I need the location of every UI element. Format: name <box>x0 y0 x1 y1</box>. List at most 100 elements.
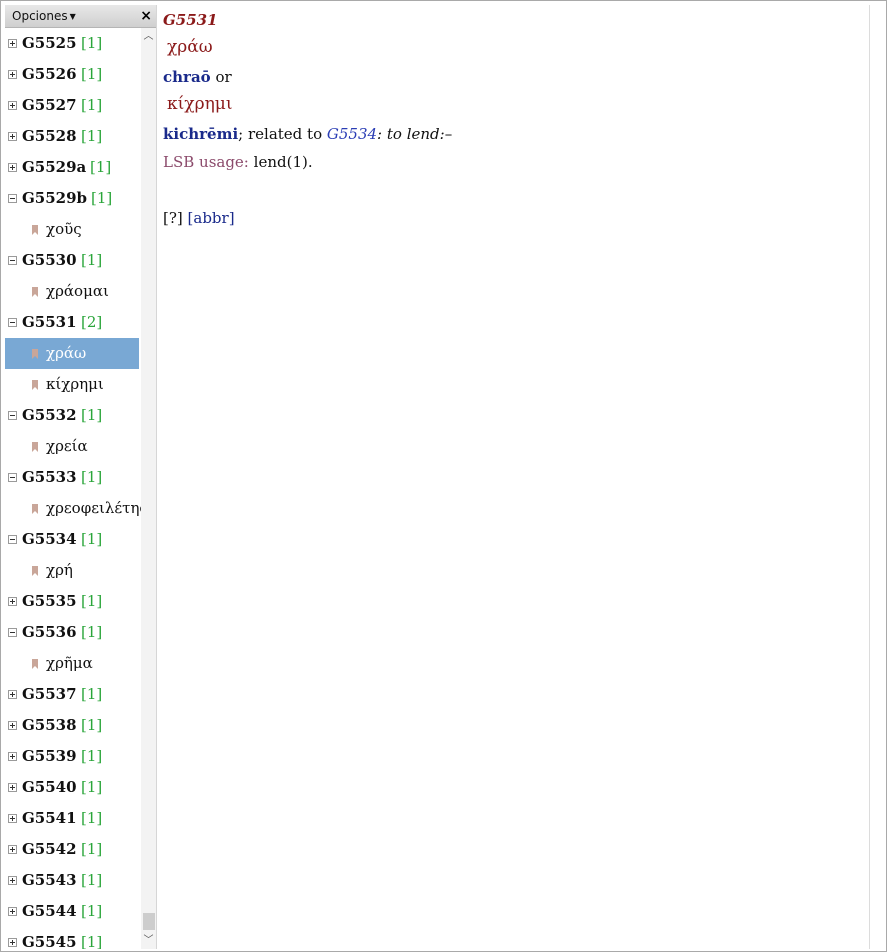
entry-panel: G5531 χράω chraō or κίχρημι kichrēmi; re… <box>157 5 869 949</box>
right-scroll-edge <box>869 5 870 949</box>
tree-leaf[interactable]: χοῦς <box>5 214 139 245</box>
tree-node-count: [2] <box>81 313 103 331</box>
tree-leaf[interactable]: κίχρημι <box>5 369 139 400</box>
tree-node-code: G5528 <box>22 127 77 145</box>
related-definition: : to lend: <box>377 125 445 143</box>
tree-node-code: G5541 <box>22 809 77 827</box>
expand-icon[interactable] <box>8 163 17 172</box>
bookmark-icon <box>32 566 38 576</box>
tree-node-code: G5536 <box>22 623 77 641</box>
tree-node[interactable]: G5528 [1] <box>5 121 139 152</box>
left-panel: Opciones ▼ × G5525 [1] G5526 [1] G5527 [1] G552… <box>5 5 157 949</box>
or-word: or <box>215 68 232 86</box>
related-ref-link[interactable]: G5534 <box>327 125 377 143</box>
tree-scrollbar[interactable]: ︿ ﹀ <box>141 28 156 949</box>
tree-node[interactable]: G5538 [1] <box>5 710 139 741</box>
tree-node-count: [1] <box>90 158 112 176</box>
expand-icon[interactable] <box>8 845 17 854</box>
translit-line-2: kichrēmi; related to G5534: to lend:– <box>163 125 452 143</box>
options-menu-button[interactable]: Opciones ▼ <box>9 8 79 24</box>
tree-node-count: [1] <box>81 65 103 83</box>
tree-node[interactable]: G5531 [2] <box>5 307 139 338</box>
tree-node[interactable]: G5541 [1] <box>5 803 139 834</box>
tree-node[interactable]: G5536 [1] <box>5 617 139 648</box>
tree-node[interactable]: G5534 [1] <box>5 524 139 555</box>
collapse-icon[interactable] <box>8 318 17 327</box>
tree-leaf[interactable]: χρεοφειλέτης <box>5 493 141 524</box>
collapse-icon[interactable] <box>8 411 17 420</box>
strongs-tree: G5525 [1] G5526 [1] G5527 [1] G5528 [1] G5529a [1… <box>5 28 141 949</box>
tree-node-code: G5545 <box>22 933 77 949</box>
collapse-icon[interactable] <box>8 535 17 544</box>
expand-icon[interactable] <box>8 39 17 48</box>
abbr-link[interactable]: [abbr] <box>188 209 235 227</box>
expand-icon[interactable] <box>8 876 17 885</box>
tree-node[interactable]: G5525 [1] <box>5 28 139 59</box>
collapse-icon[interactable] <box>8 628 17 637</box>
expand-icon[interactable] <box>8 938 17 947</box>
expand-icon[interactable] <box>8 721 17 730</box>
tree-node-code: G5530 <box>22 251 77 269</box>
expand-icon[interactable] <box>8 132 17 141</box>
bookmark-icon <box>32 504 38 514</box>
tree-node-code: G5537 <box>22 685 77 703</box>
expand-icon[interactable] <box>8 70 17 79</box>
expand-icon[interactable] <box>8 814 17 823</box>
expand-icon[interactable] <box>8 597 17 606</box>
tree-node[interactable]: G5527 [1] <box>5 90 139 121</box>
tree-node[interactable]: G5539 [1] <box>5 741 139 772</box>
app-window: Opciones ▼ × G5525 [1] G5526 [1] G5527 [1] G552… <box>0 0 887 952</box>
scroll-thumb[interactable] <box>143 913 155 930</box>
tree-node-code: G5526 <box>22 65 77 83</box>
tree-node[interactable]: G5526 [1] <box>5 59 139 90</box>
options-bar: Opciones ▼ × <box>5 5 156 28</box>
tree-node[interactable]: G5535 [1] <box>5 586 139 617</box>
translit-line-1: chraō or <box>163 68 232 86</box>
tree-node[interactable]: G5537 [1] <box>5 679 139 710</box>
bookmark-icon <box>32 659 38 669</box>
tree-leaf[interactable]: χρή <box>5 555 139 586</box>
collapse-icon[interactable] <box>8 473 17 482</box>
tree-node-count: [1] <box>81 685 103 703</box>
tree-node-count: [1] <box>81 902 103 920</box>
expand-icon[interactable] <box>8 690 17 699</box>
tree-node[interactable]: G5543 [1] <box>5 865 139 896</box>
entry-id-line: G5531 <box>163 11 218 29</box>
expand-icon[interactable] <box>8 783 17 792</box>
tree-node-code: G5533 <box>22 468 77 486</box>
tree-node-code: G5525 <box>22 34 77 52</box>
collapse-icon[interactable] <box>8 194 17 203</box>
tree-leaf-label: χοῦς <box>46 220 82 238</box>
tree-leaf-label: κίχρημι <box>46 375 104 393</box>
tree-leaf[interactable]: χρεία <box>5 431 139 462</box>
tree-node-count: [1] <box>81 127 103 145</box>
tree-node[interactable]: G5530 [1] <box>5 245 139 276</box>
tree-node-code: G5534 <box>22 530 77 548</box>
close-icon[interactable]: × <box>140 7 152 25</box>
tree-node[interactable]: G5540 [1] <box>5 772 139 803</box>
tree-node[interactable]: G5544 [1] <box>5 896 139 927</box>
tree-node[interactable]: G5529b [1] <box>5 183 139 214</box>
tree-leaf-label: χρεοφειλέτης <box>46 499 141 517</box>
tree-node-code: G5539 <box>22 747 77 765</box>
expand-icon[interactable] <box>8 101 17 110</box>
tree-node[interactable]: G5545 [1] <box>5 927 139 949</box>
tree-leaf[interactable]: χράω <box>5 338 139 369</box>
expand-icon[interactable] <box>8 752 17 761</box>
tree-node[interactable]: G5532 [1] <box>5 400 139 431</box>
help-link[interactable]: [?] <box>163 209 183 227</box>
chevron-down-icon: ▼ <box>69 12 76 21</box>
scroll-down-icon[interactable]: ﹀ <box>141 932 156 949</box>
tree-node[interactable]: G5533 [1] <box>5 462 139 493</box>
tree-node-count: [1] <box>81 530 103 548</box>
tree-leaf[interactable]: χράομαι <box>5 276 139 307</box>
tree-node[interactable]: G5529a [1] <box>5 152 139 183</box>
collapse-icon[interactable] <box>8 256 17 265</box>
expand-icon[interactable] <box>8 907 17 916</box>
scroll-up-icon[interactable]: ︿ <box>141 28 156 45</box>
tree-node[interactable]: G5542 [1] <box>5 834 139 865</box>
bookmark-icon <box>32 349 38 359</box>
tree-node-code: G5532 <box>22 406 77 424</box>
tree-leaf[interactable]: χρῆμα <box>5 648 139 679</box>
tree-node-count: [1] <box>81 592 103 610</box>
